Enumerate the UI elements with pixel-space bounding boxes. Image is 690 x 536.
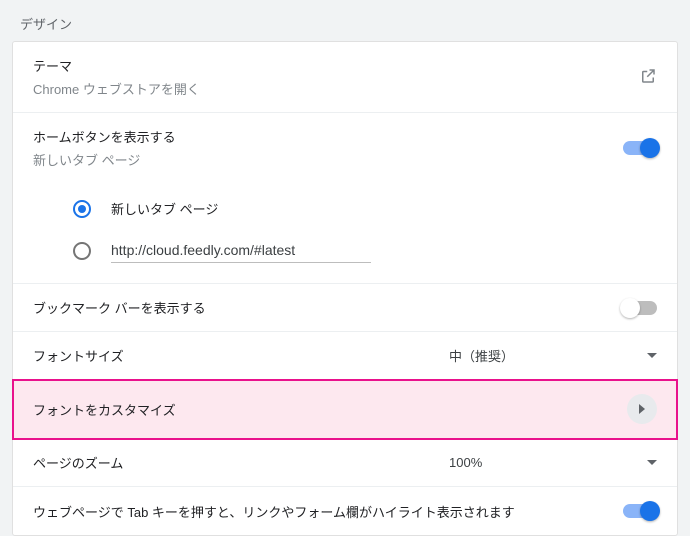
home-option-newtab[interactable]: 新しいタブ ページ [73,189,657,228]
tab-highlight-row: ウェブページで Tab キーを押すと、リンクやフォーム欄がハイライト表示されます [13,487,677,535]
home-button-row: ホームボタンを表示する 新しいタブ ページ [13,113,677,183]
customize-fonts-button[interactable] [627,394,657,424]
font-size-label: フォントサイズ [33,346,449,365]
page-zoom-row[interactable]: ページのズーム 100% [13,439,677,487]
customize-fonts-row[interactable]: フォントをカスタマイズ [13,380,677,439]
font-size-value: 中（推奨） [449,346,629,365]
home-button-label: ホームボタンを表示する [33,127,623,146]
chevron-down-icon [647,460,657,465]
bookmarks-bar-toggle[interactable] [623,301,657,315]
page-zoom-value: 100% [449,455,629,470]
radio-icon [73,200,91,218]
chevron-down-icon [647,353,657,358]
theme-sublabel: Chrome ウェブストアを開く [33,79,639,98]
customize-fonts-label: フォントをカスタマイズ [33,400,627,419]
bookmarks-bar-label: ブックマーク バーを表示する [33,298,623,317]
home-url-input[interactable] [111,238,371,263]
theme-label: テーマ [33,56,639,75]
home-button-options: 新しいタブ ページ [13,183,677,284]
theme-row[interactable]: テーマ Chrome ウェブストアを開く [13,42,677,113]
home-option-custom-url[interactable] [73,228,657,273]
home-button-toggle[interactable] [623,141,657,155]
open-external-icon [639,67,657,88]
bookmarks-bar-row: ブックマーク バーを表示する [13,284,677,332]
settings-card: テーマ Chrome ウェブストアを開く ホームボタンを表示する 新しいタブ ペ… [12,41,678,536]
section-title: デザイン [0,0,690,41]
home-button-sublabel: 新しいタブ ページ [33,150,623,169]
font-size-row[interactable]: フォントサイズ 中（推奨） [13,332,677,380]
page-zoom-label: ページのズーム [33,453,449,472]
tab-highlight-label: ウェブページで Tab キーを押すと、リンクやフォーム欄がハイライト表示されます [33,502,623,521]
radio-icon [73,242,91,260]
tab-highlight-toggle[interactable] [623,504,657,518]
home-option-newtab-label: 新しいタブ ページ [111,199,218,218]
